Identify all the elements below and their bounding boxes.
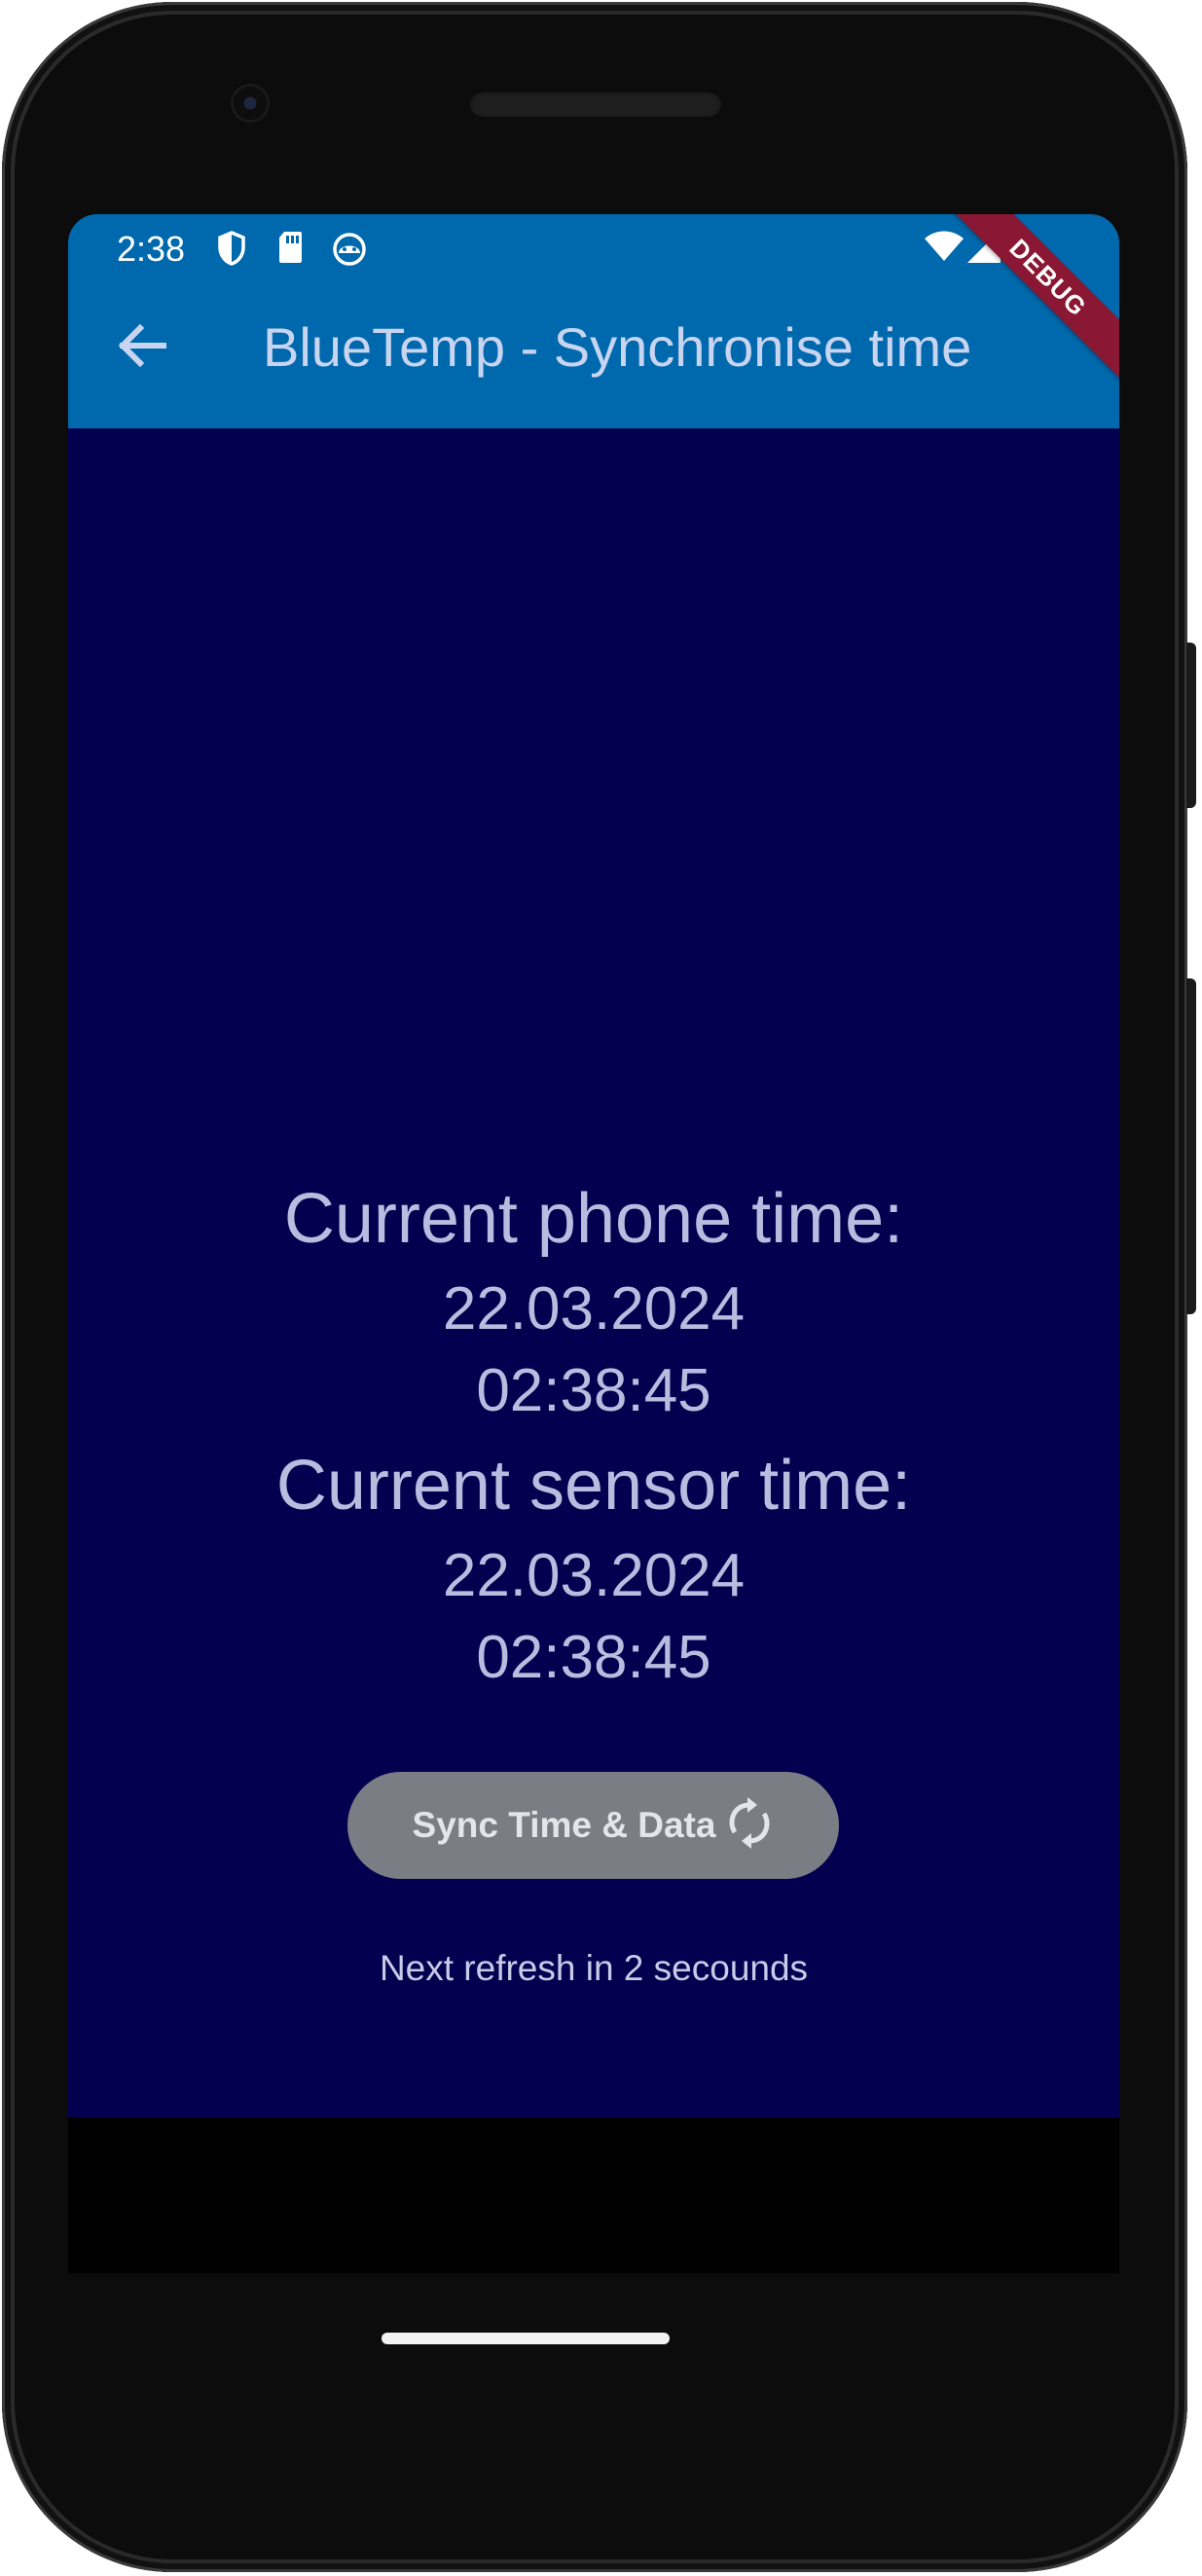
volume-button [1186, 643, 1196, 808]
home-indicator[interactable] [382, 2333, 670, 2344]
power-button [1186, 978, 1196, 1314]
app-bar: 2:38 DEBUG BlueTemp - Synchronise time [68, 214, 1119, 428]
sensor-time: 02:38:45 [476, 1624, 711, 1691]
status-time: 2:38 [117, 229, 186, 269]
sd-card-icon [276, 229, 304, 271]
back-button[interactable] [107, 312, 175, 380]
shield-icon [216, 230, 247, 272]
app-screen: 2:38 DEBUG BlueTemp - Synchronise time C… [68, 214, 1119, 2117]
arrow-left-icon [107, 323, 175, 384]
front-camera [231, 84, 270, 123]
sync-time-data-button[interactable]: Sync Time & Data [347, 1772, 839, 1879]
sensor-date: 22.03.2024 [442, 1542, 746, 1609]
status-bar: 2:38 [68, 214, 1119, 282]
sync-icon [725, 1796, 774, 1856]
earpiece-speaker [469, 90, 722, 117]
android-debug-icon [331, 230, 368, 272]
phone-time: 02:38:45 [476, 1357, 711, 1424]
sync-button-label: Sync Time & Data [412, 1805, 716, 1845]
phone-date: 22.03.2024 [442, 1275, 746, 1343]
sync-content: Current phone time: 22.03.2024 02:38:45 … [68, 428, 1119, 2117]
app-bar-title: BlueTemp - Synchronise time [263, 316, 972, 378]
phone-time-heading: Current phone time: [283, 1180, 904, 1258]
refresh-countdown: Next refresh in 2 secounds [379, 1948, 809, 1988]
wifi-icon [923, 228, 965, 270]
navigation-bar [68, 2117, 1119, 2273]
sensor-time-heading: Current sensor time: [275, 1447, 912, 1525]
